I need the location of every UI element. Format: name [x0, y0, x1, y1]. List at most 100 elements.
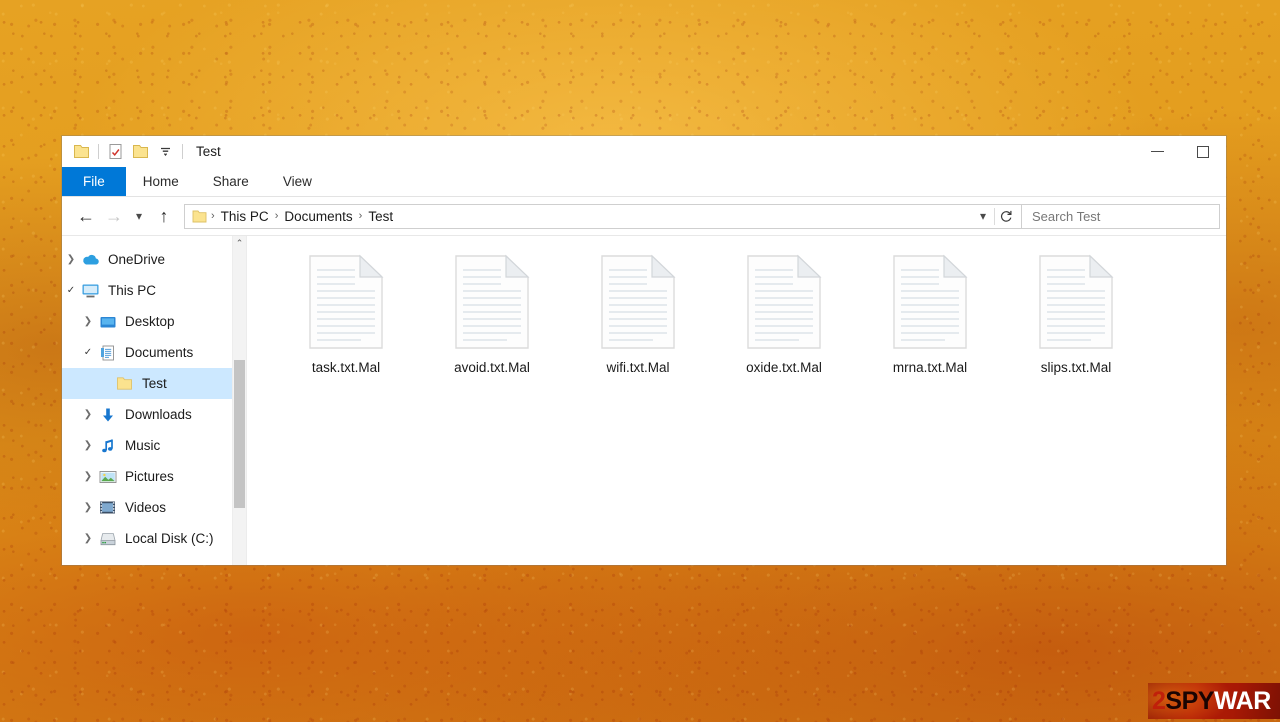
text-document-icon [308, 254, 384, 350]
file-name-label: mrna.txt.Mal [892, 360, 968, 375]
sidebar-item-local-disk-c[interactable]: ❯ Local Disk (C:) [62, 523, 246, 554]
sidebar-item-pictures[interactable]: ❯ Pictures [62, 461, 246, 492]
ribbon-tab-bar: File Home Share View [62, 167, 1226, 197]
sidebar-item-label: OneDrive [108, 252, 166, 267]
file-item[interactable]: mrna.txt.Mal [857, 254, 1003, 404]
address-bar[interactable]: › This PC › Documents › Test ▾ [184, 203, 1022, 229]
desktop-icon [97, 313, 118, 331]
music-icon [97, 437, 118, 455]
up-button[interactable]: ↑ [150, 202, 178, 230]
chevron-down-icon[interactable] [153, 139, 178, 165]
sidebar-item-label: Pictures [125, 469, 174, 484]
tab-file[interactable]: File [62, 167, 126, 196]
file-item[interactable]: oxide.txt.Mal [711, 254, 857, 404]
navigation-scrollbar[interactable]: ⌃ [232, 236, 246, 565]
folder-icon [191, 210, 210, 223]
chevron-down-icon[interactable]: ✓ [79, 347, 97, 358]
file-item[interactable]: avoid.txt.Mal [419, 254, 565, 404]
tab-home[interactable]: Home [126, 167, 196, 196]
window-controls [1134, 136, 1226, 167]
downloads-icon [97, 406, 118, 424]
text-document-icon [1038, 254, 1114, 350]
pictures-icon [97, 468, 118, 486]
file-item[interactable]: task.txt.Mal [273, 254, 419, 404]
back-button[interactable]: ← [72, 202, 100, 230]
maximize-button[interactable] [1180, 136, 1226, 167]
file-item[interactable]: slips.txt.Mal [1003, 254, 1149, 404]
sidebar-item-label: Music [125, 438, 161, 453]
scroll-up-button[interactable]: ⌃ [233, 236, 246, 251]
file-name-label: task.txt.Mal [311, 360, 381, 375]
tab-share[interactable]: Share [196, 167, 266, 196]
videos-icon [97, 499, 118, 517]
breadcrumb-documents[interactable]: Documents [279, 209, 357, 224]
chevron-down-icon: ▾ [979, 209, 987, 223]
maximize-icon [1197, 145, 1209, 158]
file-list-pane[interactable]: task.txt.Mal avoid.txt.Mal wifi.txt.Mal … [246, 236, 1226, 565]
sidebar-item-music[interactable]: ❯ Music [62, 430, 246, 461]
address-bar-actions: ▾ [972, 205, 1017, 228]
tab-view[interactable]: View [266, 167, 329, 196]
sidebar-item-label: Documents [125, 345, 194, 360]
sidebar-item-label: Local Disk (C:) [125, 531, 214, 546]
this-pc-icon [80, 282, 101, 300]
spyware-watermark: 2SPYWAR [1148, 683, 1280, 719]
sidebar-item-onedrive[interactable]: ❯ OneDrive [62, 244, 246, 275]
refresh-button[interactable] [995, 205, 1017, 228]
chevron-right-icon[interactable]: ❯ [79, 440, 97, 451]
text-document-icon [892, 254, 968, 350]
search-input[interactable]: Search Test [1022, 203, 1220, 229]
sidebar-item-this-pc[interactable]: ✓ This PC [62, 275, 246, 306]
file-grid: task.txt.Mal avoid.txt.Mal wifi.txt.Mal … [273, 254, 1226, 404]
sidebar-item-label: This PC [108, 283, 157, 298]
explorer-body: ❯ OneDrive ✓ This PC ❯ Desktop ✓ Documen… [62, 235, 1226, 565]
title-bar: Test [62, 136, 1226, 167]
chevron-right-icon[interactable]: ❯ [79, 409, 97, 420]
file-item[interactable]: wifi.txt.Mal [565, 254, 711, 404]
file-name-label: wifi.txt.Mal [606, 360, 670, 375]
chevron-right-icon[interactable]: ❯ [79, 316, 97, 327]
chevron-right-icon[interactable]: ❯ [79, 471, 97, 482]
watermark-prefix: 2 [1152, 686, 1166, 715]
text-document-icon [746, 254, 822, 350]
chevron-down-icon[interactable]: ✓ [62, 285, 80, 296]
sidebar-item-label: Desktop [125, 314, 175, 329]
file-name-label: oxide.txt.Mal [746, 360, 822, 375]
onedrive-icon [80, 251, 101, 269]
refresh-icon [1000, 210, 1012, 222]
scrollbar-thumb[interactable] [234, 360, 245, 508]
folder-icon[interactable] [69, 139, 94, 165]
minimize-button[interactable] [1134, 136, 1180, 167]
breadcrumb: › This PC › Documents › Test [191, 209, 972, 224]
sidebar-item-label: Downloads [125, 407, 192, 422]
sidebar-item-videos[interactable]: ❯ Videos [62, 492, 246, 523]
text-document-icon [454, 254, 530, 350]
toolbar-divider [98, 144, 99, 159]
local-disk-icon [97, 530, 118, 548]
up-arrow-icon: ↑ [159, 206, 169, 226]
forward-button[interactable]: → [100, 202, 128, 230]
previous-locations-button[interactable]: ▾ [972, 205, 994, 228]
chevron-right-icon[interactable]: ❯ [79, 533, 97, 544]
file-explorer-window: Test File Home Share View ← → ▾ ↑ › This… [62, 136, 1226, 565]
window-title: Test [196, 144, 221, 159]
recent-locations-button[interactable]: ▾ [128, 202, 150, 230]
sidebar-item-label: Test [142, 376, 167, 391]
address-bar-row: ← → ▾ ↑ › This PC › Documents › Test ▾ S… [62, 197, 1226, 235]
sidebar-item-label: Videos [125, 500, 167, 515]
search-placeholder: Search Test [1032, 208, 1101, 224]
chevron-down-icon: ▾ [135, 209, 143, 223]
breadcrumb-this-pc[interactable]: This PC [216, 209, 274, 224]
sidebar-item-test[interactable]: Test [62, 368, 246, 399]
chevron-right-icon[interactable]: ❯ [62, 254, 80, 265]
sidebar-item-documents[interactable]: ✓ Documents [62, 337, 246, 368]
breadcrumb-test[interactable]: Test [363, 209, 398, 224]
sidebar-item-downloads[interactable]: ❯ Downloads [62, 399, 246, 430]
sidebar-item-desktop[interactable]: ❯ Desktop [62, 306, 246, 337]
folder-icon [114, 375, 135, 393]
new-folder-icon[interactable] [128, 139, 153, 165]
documents-icon [97, 344, 118, 362]
chevron-right-icon[interactable]: ❯ [79, 502, 97, 513]
quick-access-toolbar [69, 136, 187, 167]
properties-icon[interactable] [103, 139, 128, 165]
